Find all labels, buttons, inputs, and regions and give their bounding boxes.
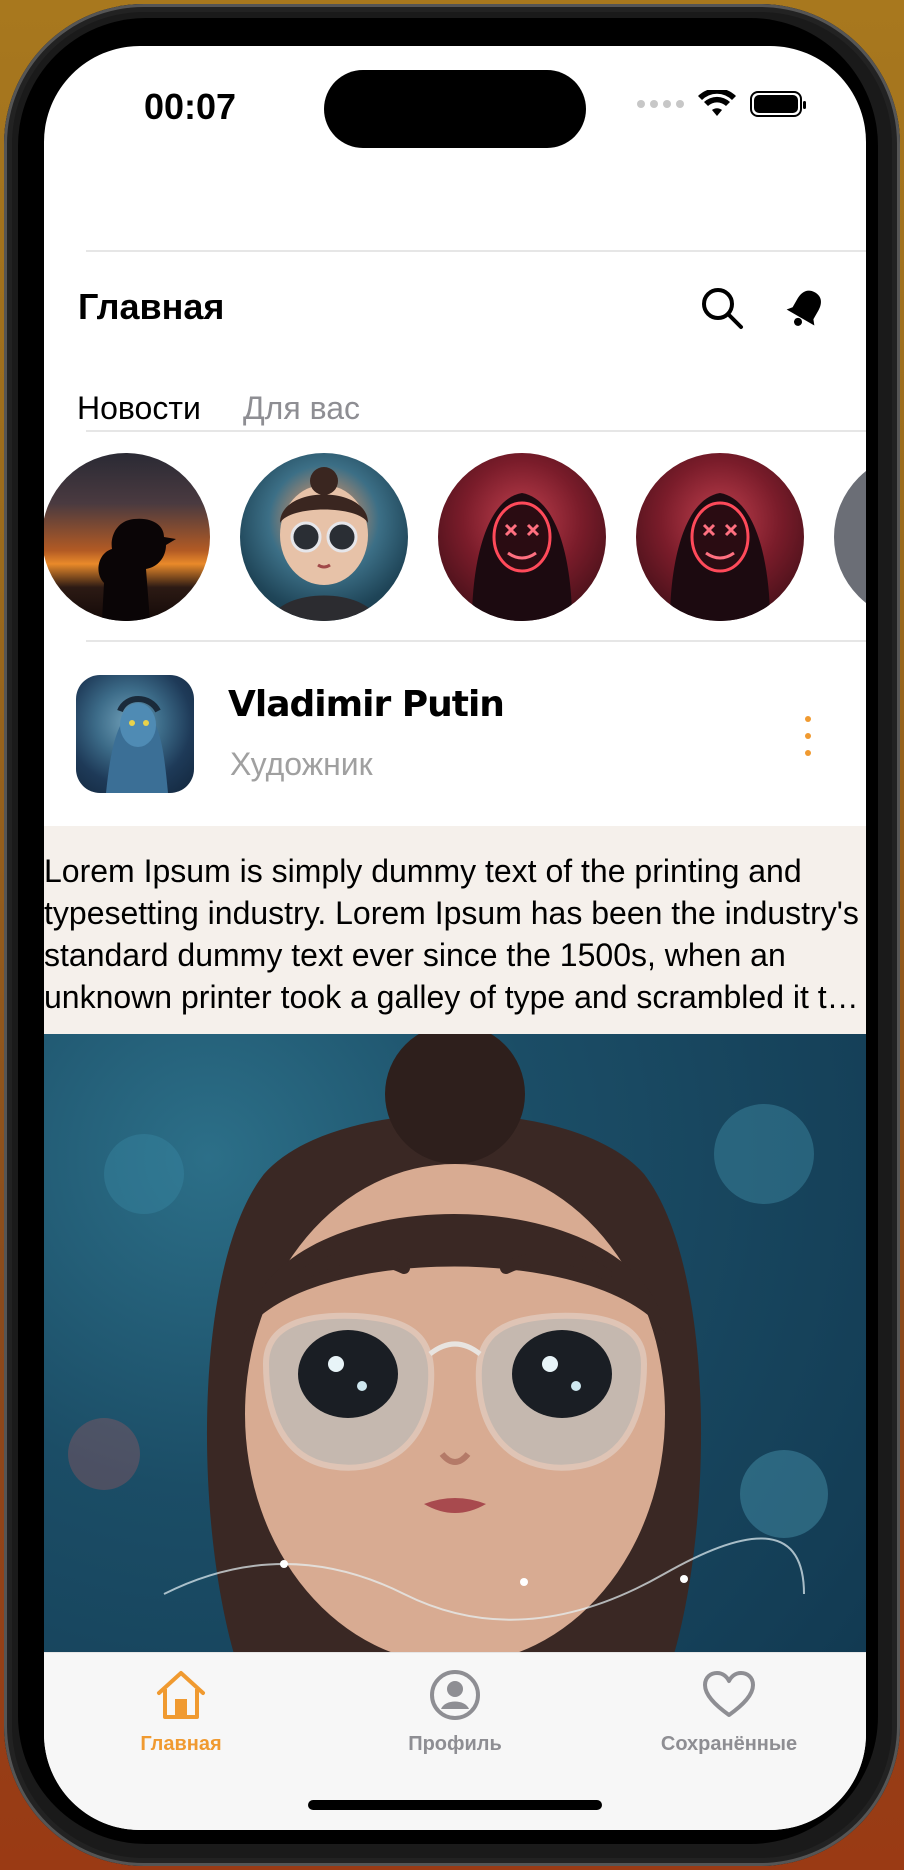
story-avatar[interactable] <box>834 453 866 621</box>
more-vertical-icon[interactable] <box>802 716 814 756</box>
story-avatar[interactable] <box>240 453 408 621</box>
home-indicator[interactable] <box>308 1800 602 1810</box>
stories-row <box>44 453 866 623</box>
heart-icon <box>703 1671 755 1717</box>
cartoon-girl-image <box>270 467 378 621</box>
tab-profile-label: Профиль <box>408 1733 502 1755</box>
tab-saved[interactable]: Сохранённые <box>592 1653 866 1773</box>
post-text-container: Lorem Ipsum is simply dummy text of the … <box>44 826 866 1034</box>
author-avatar[interactable] <box>76 675 194 793</box>
tabs-divider <box>86 430 866 432</box>
tab-home[interactable]: Главная <box>44 1653 318 1773</box>
story-avatar[interactable] <box>636 453 804 621</box>
stories-divider <box>86 640 866 642</box>
post-image[interactable] <box>44 1034 866 1654</box>
signal-icon <box>637 100 684 108</box>
status-time: 00:07 <box>144 86 237 127</box>
tab-saved-label: Сохранённые <box>660 1733 798 1755</box>
home-icon <box>157 1671 205 1719</box>
bell-icon[interactable] <box>782 284 830 332</box>
status-icons <box>637 90 806 118</box>
tab-for-you[interactable]: Для вас <box>243 390 360 427</box>
author-role: Художник <box>230 746 373 782</box>
story-avatar[interactable] <box>438 453 606 621</box>
tab-home-label: Главная <box>140 1733 222 1755</box>
tab-news[interactable]: Новости <box>77 390 201 427</box>
tab-profile[interactable]: Профиль <box>318 1653 592 1773</box>
neon-mask-image <box>472 493 572 621</box>
header-divider <box>86 250 866 252</box>
screen: 00:07 Главная Новости Для вас Vladimir P… <box>44 46 866 1830</box>
cartoon-girl-image <box>68 1034 828 1654</box>
silhouette-image <box>98 518 176 621</box>
wifi-icon <box>698 90 736 116</box>
neon-mask-image <box>670 493 770 621</box>
dynamic-island <box>324 70 586 148</box>
post-text: Lorem Ipsum is simply dummy text of the … <box>44 853 859 1015</box>
avatar-image <box>106 696 168 793</box>
profile-icon <box>430 1670 480 1720</box>
battery-icon <box>750 91 806 117</box>
search-icon[interactable] <box>698 284 746 332</box>
author-name[interactable]: Vladimir Putin <box>228 684 505 725</box>
page-title: Главная <box>78 286 225 327</box>
story-avatar[interactable] <box>44 453 210 621</box>
